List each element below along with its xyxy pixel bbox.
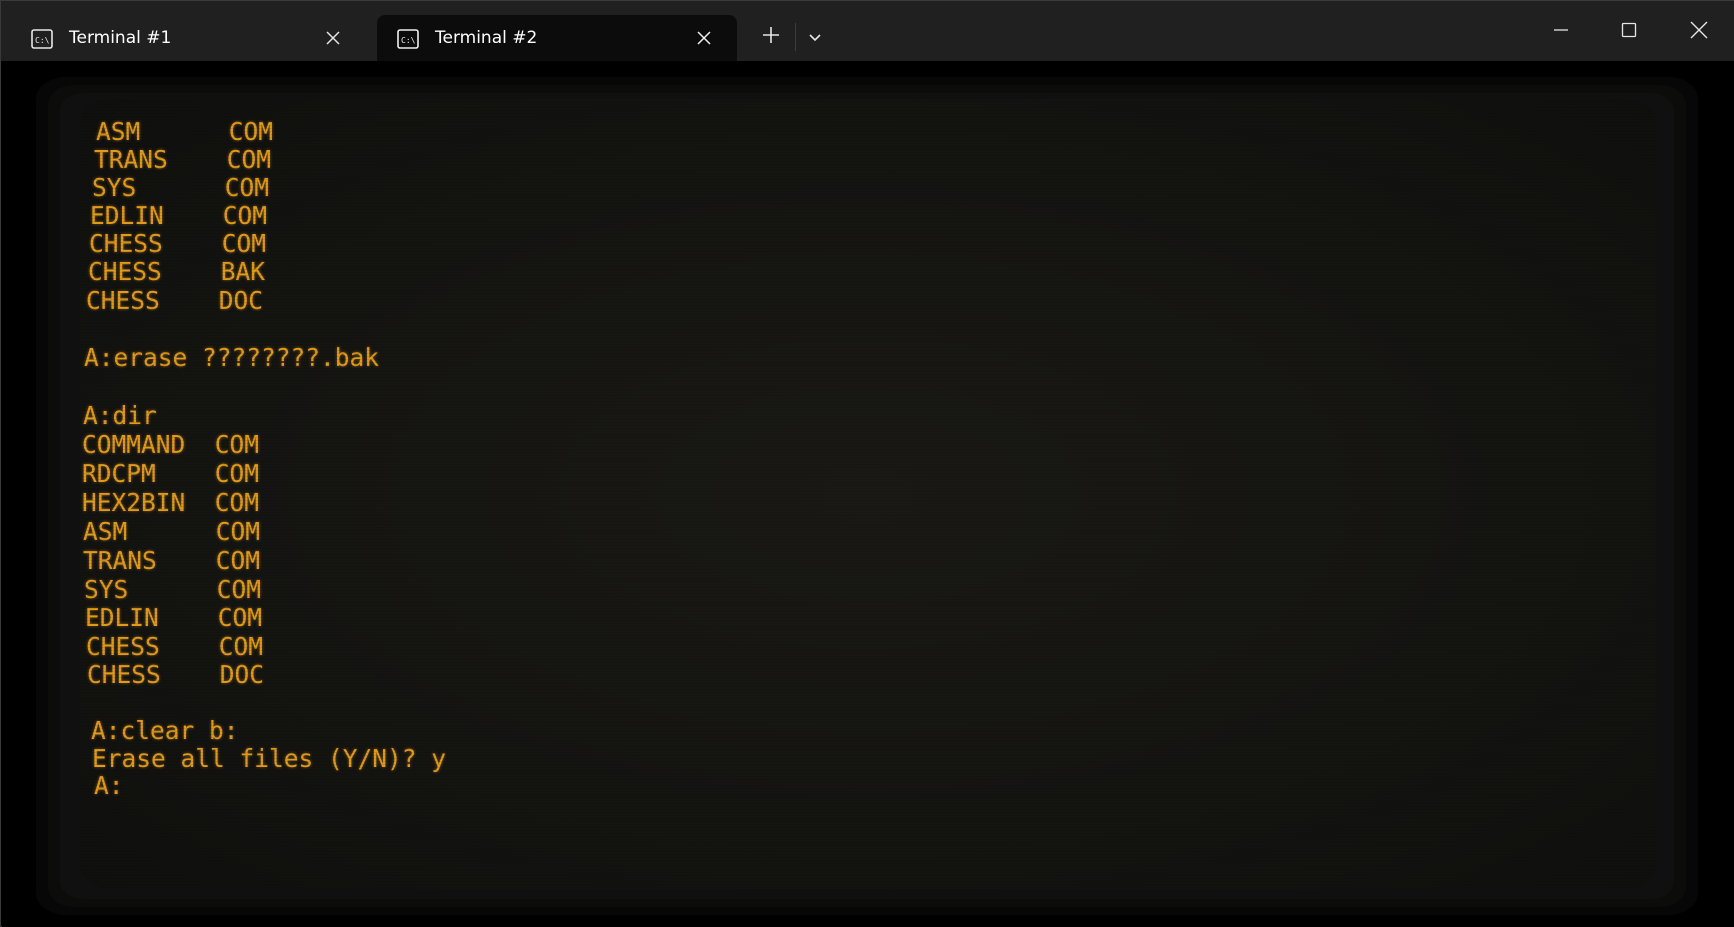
command-prompt-icon: C:\ [397, 29, 419, 49]
tab-separator [795, 23, 796, 51]
terminal-line: CHESS BAK [88, 257, 266, 286]
terminal-line: A:dir [83, 401, 157, 430]
minimize-icon [1553, 22, 1569, 42]
terminal-line: SYS COM [92, 173, 270, 202]
tab-dropdown-button[interactable] [797, 19, 833, 55]
terminal-line: CHESS DOC [87, 660, 265, 689]
terminal-line: HEX2BIN COM [82, 488, 260, 517]
title-bar: C:\ Terminal #1 C:\ Terminal #2 [1, 1, 1734, 61]
maximize-icon [1621, 22, 1637, 42]
command-prompt-icon: C:\ [31, 29, 53, 49]
window-close-icon [1690, 21, 1708, 43]
window-close-button[interactable] [1675, 11, 1723, 53]
terminal-line: A:erase ????????.bak [84, 343, 380, 372]
terminal-line: A:clear b: [91, 716, 239, 745]
terminal-line: ASM COM [83, 517, 261, 546]
svg-text:C:\: C:\ [401, 36, 416, 45]
maximize-button[interactable] [1605, 11, 1653, 53]
terminal-area[interactable]: ASM COM TRANS COM SYS COM EDLIN COM CHES… [2, 61, 1734, 927]
chevron-down-icon [808, 28, 822, 47]
tab-label: Terminal #1 [69, 28, 172, 48]
terminal-window: C:\ Terminal #1 C:\ Terminal #2 ASM COM … [0, 0, 1734, 927]
plus-icon [762, 26, 780, 48]
crt-screen[interactable]: ASM COM TRANS COM SYS COM EDLIN COM CHES… [80, 99, 1656, 889]
new-tab-button[interactable] [753, 19, 789, 55]
svg-text:C:\: C:\ [35, 36, 50, 45]
terminal-line: CHESS COM [89, 229, 267, 258]
terminal-line: EDLIN COM [90, 201, 268, 230]
terminal-prompt: A: [94, 771, 124, 800]
close-icon[interactable] [322, 27, 344, 49]
minimize-button[interactable] [1537, 11, 1585, 53]
tab-terminal-2[interactable]: C:\ Terminal #2 [377, 15, 737, 61]
terminal-line: CHESS DOC [86, 286, 264, 315]
terminal-line: SYS COM [84, 575, 262, 604]
terminal-line: TRANS COM [83, 546, 261, 575]
terminal-line: Erase all files (Y/N)? y [92, 744, 447, 773]
tab-terminal-1[interactable]: C:\ Terminal #1 [11, 15, 366, 61]
terminal-line: ASM COM [96, 117, 274, 146]
terminal-line: CHESS COM [86, 632, 264, 661]
terminal-line: RDCPM COM [82, 459, 260, 488]
terminal-line: TRANS COM [94, 145, 272, 174]
terminal-line: COMMAND COM [82, 430, 260, 459]
tab-label: Terminal #2 [435, 28, 538, 48]
terminal-line: EDLIN COM [85, 603, 263, 632]
close-icon[interactable] [693, 27, 715, 49]
